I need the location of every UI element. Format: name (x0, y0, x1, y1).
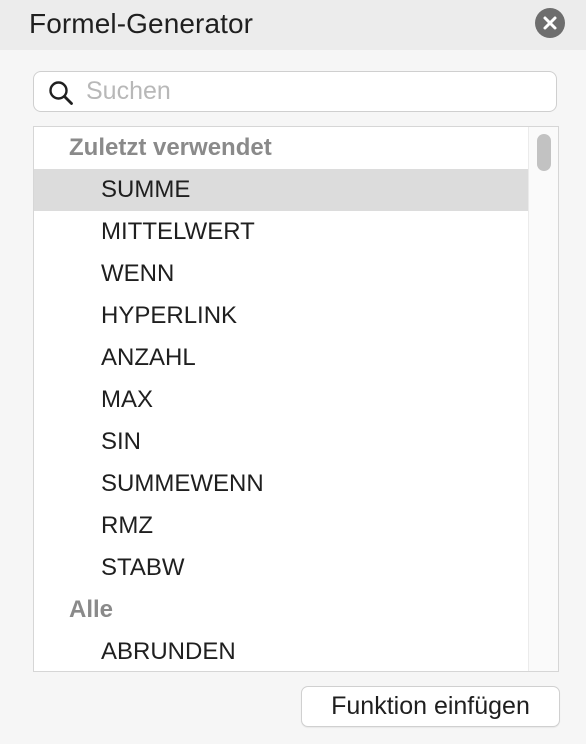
search-field[interactable] (33, 71, 557, 112)
list-scrollbar[interactable] (528, 127, 558, 671)
function-list-item[interactable]: ANZAHL (34, 337, 528, 379)
function-list-item[interactable]: ABRUNDEN (34, 631, 528, 671)
close-icon (543, 16, 557, 30)
section-header: Alle (69, 596, 114, 623)
function-list-item[interactable]: MITTELWERT (34, 211, 528, 253)
close-button[interactable] (535, 8, 565, 38)
panel-title: Formel-Generator (29, 8, 254, 39)
function-list-item[interactable]: SUMMEWENN (34, 463, 528, 505)
function-list-item[interactable]: MAX (34, 379, 528, 421)
search-icon (49, 81, 73, 105)
function-list[interactable]: Zuletzt verwendet SUMME MITTELWERT WENN HYPE… (33, 126, 559, 672)
function-list-item[interactable]: WENN (34, 253, 528, 295)
function-list-item[interactable]: HYPERLINK (34, 295, 528, 337)
function-list-item[interactable]: STABW (34, 547, 528, 589)
function-list-item[interactable]: RMZ (34, 505, 528, 547)
function-list-item[interactable]: SIN (34, 421, 528, 463)
title-bar: Formel-Generator (0, 0, 586, 50)
function-list-item[interactable]: SUMME (34, 169, 528, 211)
section-header: Zuletzt verwendet (69, 134, 272, 161)
scrollbar-thumb[interactable] (537, 134, 551, 171)
function-list-items: Zuletzt verwendet SUMME MITTELWERT WENN HYPE… (34, 127, 528, 671)
search-input[interactable] (86, 76, 546, 107)
insert-function-button[interactable]: Funktion einfügen (301, 686, 560, 727)
